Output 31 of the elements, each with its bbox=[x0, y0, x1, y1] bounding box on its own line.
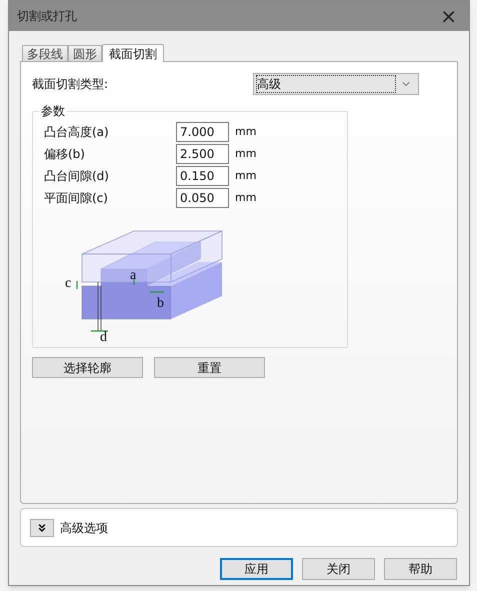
dimension-label: a bbox=[130, 268, 136, 283]
cut-type-dropdown[interactable]: 高级 bbox=[253, 73, 419, 95]
advanced-options-label: 高级选项 bbox=[60, 520, 108, 536]
unit-label: mm bbox=[235, 168, 256, 184]
close-button[interactable]: × bbox=[436, 6, 461, 26]
parameter-input[interactable]: 0.150 bbox=[176, 166, 229, 186]
parameter-label: 凸台高度(a) bbox=[44, 124, 110, 141]
dimension-label: d bbox=[100, 330, 107, 345]
dimension-label: b bbox=[157, 296, 164, 311]
cut-type-label: 截面切割类型: bbox=[32, 76, 110, 93]
parameter-label: 平面间隙(c) bbox=[44, 190, 109, 207]
parameter-input[interactable]: 0.050 bbox=[176, 188, 229, 208]
parameter-input[interactable]: 7.000 bbox=[176, 122, 229, 142]
window-title: 切割或打孔 bbox=[17, 8, 77, 25]
unit-label: mm bbox=[235, 190, 256, 206]
dimension-label: c bbox=[65, 276, 72, 291]
dialog-button[interactable]: 应用 bbox=[220, 558, 293, 580]
panel-button[interactable]: 重置 bbox=[154, 357, 265, 378]
tab[interactable]: 截面切割 bbox=[102, 44, 164, 62]
parameter-input[interactable]: 2.500 bbox=[176, 144, 229, 164]
panel-button[interactable]: 选择轮廓 bbox=[32, 357, 143, 378]
dialog-button[interactable]: 帮助 bbox=[384, 558, 457, 580]
parameter-label: 凸台间隙(d) bbox=[44, 168, 110, 185]
tab[interactable]: 圆形 bbox=[68, 45, 102, 61]
dialog-button[interactable]: 关闭 bbox=[302, 558, 375, 580]
unit-label: mm bbox=[235, 146, 256, 162]
tab[interactable]: 多段线 bbox=[22, 45, 68, 61]
parameter-label: 偏移(b) bbox=[44, 146, 86, 163]
group-title: 参数 bbox=[39, 103, 67, 119]
unit-label: mm bbox=[235, 124, 256, 140]
dropdown-value: 高级 bbox=[256, 75, 396, 93]
